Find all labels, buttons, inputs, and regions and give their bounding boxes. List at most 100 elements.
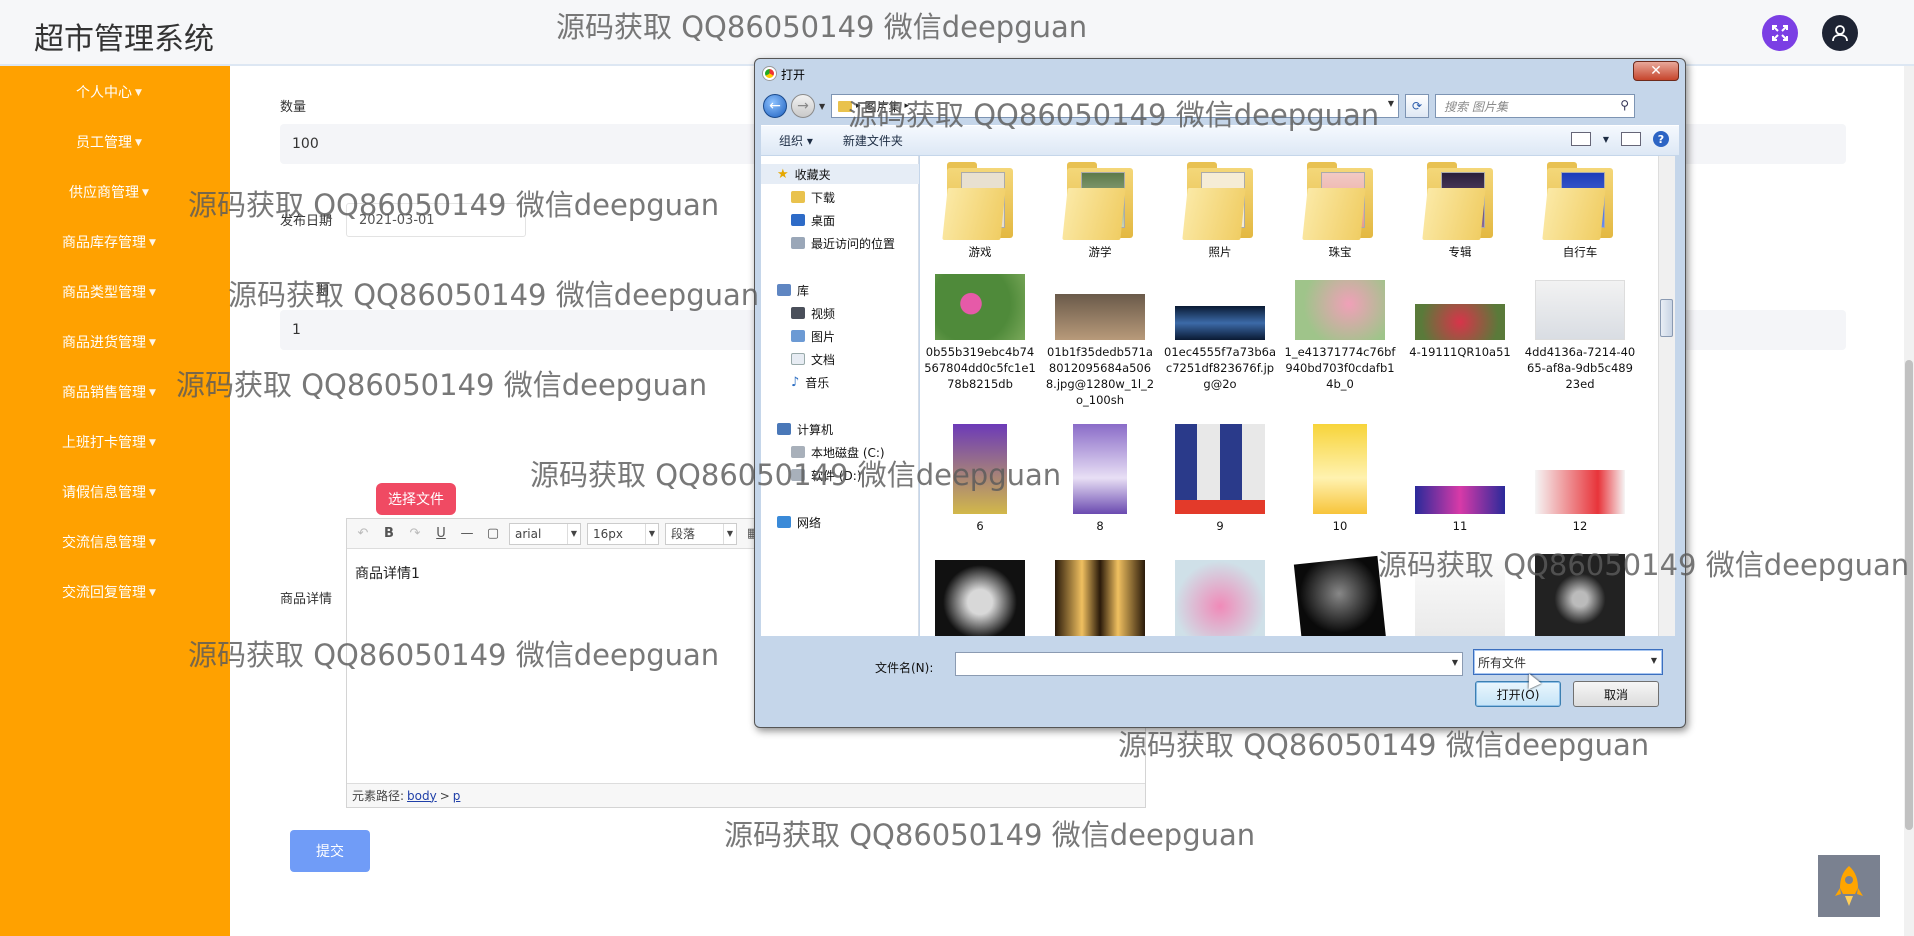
image-file-item[interactable]: 0b55b319ebc4b74567804dd0c5fc1e178b8215db xyxy=(924,274,1036,392)
fullscreen-button[interactable] xyxy=(1762,15,1798,51)
nav-recent[interactable]: 最近访问的位置 xyxy=(761,233,895,253)
image-file-item[interactable]: 6 xyxy=(924,424,1036,534)
font-size-select[interactable]: 16px ▼ xyxy=(587,522,659,545)
undo-icon[interactable]: ↶ xyxy=(353,524,373,544)
sidebar-item-product-type[interactable]: 商品类型管理 ▼ xyxy=(0,282,218,302)
image-file-item[interactable] xyxy=(924,554,1036,636)
date-input[interactable]: 2021-03-01 xyxy=(346,203,526,237)
filename-input[interactable]: ▼ xyxy=(955,652,1463,676)
organize-button[interactable]: 组织 ▾ xyxy=(779,132,813,149)
sidebar-item-label: 交流信息管理 xyxy=(62,535,147,551)
submit-button[interactable]: 提交 xyxy=(290,830,370,872)
nav-label: 库 xyxy=(797,283,810,298)
sidebar-item-reply[interactable]: 交流回复管理 ▼ xyxy=(0,582,218,602)
folder-item[interactable]: 游学 xyxy=(1044,158,1156,260)
forward-button[interactable]: → xyxy=(791,94,815,118)
sidebar-item-purchase[interactable]: 商品进货管理 ▼ xyxy=(0,332,218,352)
preview-pane-icon[interactable] xyxy=(1621,132,1641,146)
underline-icon[interactable]: U xyxy=(431,524,451,544)
folder-icon xyxy=(1541,158,1619,240)
path-body-link[interactable]: body xyxy=(407,789,437,803)
open-button[interactable]: 打开(O) xyxy=(1475,681,1561,707)
image-file-item[interactable]: 8 xyxy=(1044,424,1156,534)
redo-icon[interactable]: ↷ xyxy=(405,524,425,544)
horizontal-rule-icon[interactable]: — xyxy=(457,524,477,544)
nav-pictures[interactable]: 图片 xyxy=(761,326,835,346)
image-file-item[interactable]: 1_e41371774c76bf940bd703f0cdafb14b_0 xyxy=(1284,274,1396,392)
back-button[interactable]: ← xyxy=(763,94,787,118)
nav-software-disk[interactable]: 软件 (D:) xyxy=(761,465,861,485)
sidebar-item-sales[interactable]: 商品销售管理 ▼ xyxy=(0,382,218,402)
editor-content[interactable]: 商品详情1 xyxy=(355,563,420,583)
image-file-item[interactable]: 01ec4555f7a73b6ac7251df823676f.jpg@2o xyxy=(1164,274,1276,392)
folder-item[interactable]: 专辑 xyxy=(1404,158,1516,260)
folder-item[interactable]: 游戏 xyxy=(924,158,1036,260)
nav-libraries[interactable]: 库 xyxy=(761,280,809,300)
choose-file-button[interactable]: 选择文件 xyxy=(376,483,456,515)
sidebar-item-personal-center[interactable]: 个人中心 ▼ xyxy=(0,82,218,102)
history-dropdown-icon[interactable]: ▼ xyxy=(819,102,825,111)
file-list-scroll-thumb[interactable] xyxy=(1660,299,1673,337)
image-file-item[interactable] xyxy=(1404,554,1516,636)
document-icon[interactable]: ▢ xyxy=(483,524,503,544)
nav-documents[interactable]: 文档 xyxy=(761,349,835,369)
help-icon[interactable]: ? xyxy=(1653,131,1669,147)
sidebar-item-label: 商品类型管理 xyxy=(62,285,147,301)
folder-icon xyxy=(1061,158,1139,240)
refresh-button[interactable]: ⟳ xyxy=(1405,94,1429,118)
file-name: 0b55b319ebc4b74567804dd0c5fc1e178b8215db xyxy=(924,345,1036,391)
nav-desktop[interactable]: 桌面 xyxy=(761,210,835,230)
new-folder-button[interactable]: 新建文件夹 xyxy=(843,132,903,149)
image-file-item[interactable] xyxy=(1164,554,1276,636)
bold-icon[interactable]: B xyxy=(379,524,399,544)
paragraph-select[interactable]: 段落 ▼ xyxy=(665,522,737,545)
dialog-close-button[interactable]: ✕ xyxy=(1633,61,1679,81)
folder-item[interactable]: 珠宝 xyxy=(1284,158,1396,260)
nav-network[interactable]: 网络 xyxy=(761,512,821,532)
nav-downloads[interactable]: 下载 xyxy=(761,187,835,207)
nav-label: 网络 xyxy=(797,515,822,530)
view-dropdown-icon[interactable]: ▼ xyxy=(1603,135,1609,144)
image-file-item[interactable]: 4dd4136a-7214-4065-af8a-9db5c48923ed xyxy=(1524,274,1636,392)
view-options-icon[interactable] xyxy=(1570,132,1591,146)
font-family-select[interactable]: arial ▼ xyxy=(509,522,581,545)
image-file-item[interactable]: 12 xyxy=(1524,424,1636,534)
filetype-select[interactable]: 所有文件 ▼ xyxy=(1473,649,1663,675)
image-file-item[interactable] xyxy=(1044,554,1156,636)
image-file-item[interactable]: 9 xyxy=(1164,424,1276,534)
filename-dropdown-icon[interactable]: ▼ xyxy=(1452,658,1458,667)
image-file-item[interactable]: 11 xyxy=(1404,424,1516,534)
image-thumbnail xyxy=(935,274,1025,340)
sidebar-item-supplier[interactable]: 供应商管理 ▼ xyxy=(0,182,218,202)
folder-item[interactable]: 照片 xyxy=(1164,158,1276,260)
caret-down-icon: ▼ xyxy=(149,338,156,348)
sidebar-item-attendance[interactable]: 上班打卡管理 ▼ xyxy=(0,432,218,452)
address-dropdown-icon[interactable]: ▼ xyxy=(1388,99,1394,108)
search-input[interactable]: 搜索 图片集 ⚲ xyxy=(1435,94,1635,118)
nav-local-disk[interactable]: 本地磁盘 (C:) xyxy=(761,442,885,462)
sidebar-item-stock[interactable]: 商品库存管理 ▼ xyxy=(0,232,218,252)
caret-down-icon: ▼ xyxy=(149,538,156,548)
nav-music[interactable]: ♪ 音乐 xyxy=(761,372,829,392)
image-thumbnail xyxy=(1535,280,1625,340)
image-file-item[interactable] xyxy=(1284,554,1396,636)
user-avatar-button[interactable] xyxy=(1822,15,1858,51)
back-to-top-button[interactable] xyxy=(1818,855,1880,917)
address-bar[interactable]: ▸ 图片集 ▸ ▼ xyxy=(831,94,1399,118)
cancel-button[interactable]: 取消 xyxy=(1573,681,1659,707)
file-list-scrollbar[interactable] xyxy=(1658,156,1675,636)
search-icon[interactable]: ⚲ xyxy=(1620,98,1629,112)
nav-favorites[interactable]: ★ 收藏夹 xyxy=(761,164,919,184)
folder-item[interactable]: 自行车 xyxy=(1524,158,1636,260)
page-scroll-thumb[interactable] xyxy=(1905,360,1913,830)
image-file-item[interactable] xyxy=(1524,554,1636,636)
nav-videos[interactable]: 视频 xyxy=(761,303,835,323)
path-p-link[interactable]: p xyxy=(453,789,461,803)
sidebar-item-leave[interactable]: 请假信息管理 ▼ xyxy=(0,482,218,502)
image-file-item[interactable]: 10 xyxy=(1284,424,1396,534)
sidebar-item-communication[interactable]: 交流信息管理 ▼ xyxy=(0,532,218,552)
image-file-item[interactable]: 4-19111QR10a51 xyxy=(1404,274,1516,360)
sidebar-item-staff[interactable]: 员工管理 ▼ xyxy=(0,132,218,152)
image-file-item[interactable]: 01b1f35dedb571a8012095684a5068.jpg@1280w… xyxy=(1044,274,1156,408)
nav-computer[interactable]: 计算机 xyxy=(761,419,833,439)
